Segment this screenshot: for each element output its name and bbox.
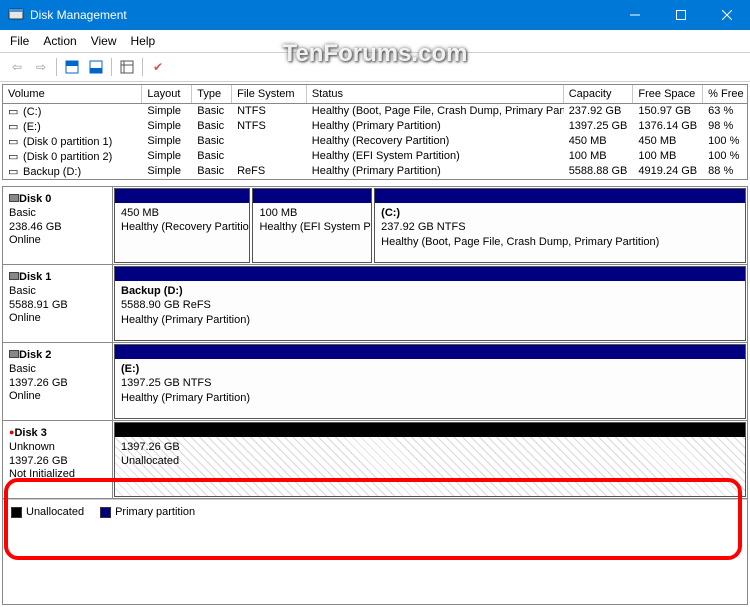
volume-row[interactable]: ▭ (Disk 0 partition 2)SimpleBasicHealthy… (3, 149, 747, 164)
col-type[interactable]: Type (192, 85, 232, 103)
content-area: Volume Layout Type File System Status Ca… (0, 82, 750, 607)
partition[interactable]: 1397.26 GBUnallocated (114, 422, 746, 497)
view-bottom-icon[interactable] (85, 56, 107, 78)
forward-button[interactable]: ⇨ (30, 56, 52, 78)
volume-table: Volume Layout Type File System Status Ca… (2, 84, 748, 180)
view-top-icon[interactable] (61, 56, 83, 78)
maximize-button[interactable] (658, 0, 704, 30)
volume-header-row: Volume Layout Type File System Status Ca… (3, 85, 747, 104)
disk-row: ●Disk 3Unknown1397.26 GBNot Initialized1… (3, 421, 747, 499)
volume-row[interactable]: ▭ (Disk 0 partition 1)SimpleBasicHealthy… (3, 134, 747, 149)
legend-unallocated: Unallocated (26, 506, 84, 518)
col-pct[interactable]: % Free (703, 85, 747, 103)
help-icon[interactable]: ✔ (147, 56, 169, 78)
menu-file[interactable]: File (10, 34, 29, 48)
toolbar: ⇦ ⇨ ✔ (0, 53, 750, 82)
disk-label[interactable]: Disk 0Basic238.46 GBOnline (3, 187, 113, 264)
partition[interactable]: Backup (D:)5588.90 GB ReFSHealthy (Prima… (114, 266, 746, 341)
col-status[interactable]: Status (307, 85, 564, 103)
close-button[interactable] (704, 0, 750, 30)
volume-row[interactable]: ▭ (E:)SimpleBasicNTFSHealthy (Primary Pa… (3, 119, 747, 134)
volume-row[interactable]: ▭ (C:)SimpleBasicNTFSHealthy (Boot, Page… (3, 104, 747, 119)
title-bar: Disk Management (0, 0, 750, 30)
partition[interactable]: 100 MBHealthy (EFI System Partition) (252, 188, 372, 263)
menu-bar: File Action View Help (0, 30, 750, 53)
disk-row: Disk 0Basic238.46 GBOnline450 MBHealthy … (3, 187, 747, 265)
menu-help[interactable]: Help (131, 34, 156, 48)
col-capacity[interactable]: Capacity (564, 85, 634, 103)
menu-view[interactable]: View (91, 34, 117, 48)
legend-primary: Primary partition (115, 506, 195, 518)
minimize-button[interactable] (612, 0, 658, 30)
disk-label[interactable]: ●Disk 3Unknown1397.26 GBNot Initialized (3, 421, 113, 498)
disk-row: Disk 1Basic5588.91 GBOnlineBackup (D:)55… (3, 265, 747, 343)
legend: Unallocated Primary partition (3, 499, 747, 524)
disk-graphical-area: Disk 0Basic238.46 GBOnline450 MBHealthy … (2, 186, 748, 605)
col-layout[interactable]: Layout (142, 85, 192, 103)
partition[interactable]: (C:)237.92 GB NTFSHealthy (Boot, Page Fi… (374, 188, 746, 263)
disk-label[interactable]: Disk 2Basic1397.26 GBOnline (3, 343, 113, 420)
window-title: Disk Management (30, 8, 127, 22)
back-button[interactable]: ⇦ (6, 56, 28, 78)
app-icon (8, 6, 24, 25)
col-fs[interactable]: File System (232, 85, 307, 103)
menu-action[interactable]: Action (43, 34, 76, 48)
partition[interactable]: 450 MBHealthy (Recovery Partition) (114, 188, 250, 263)
disk-label[interactable]: Disk 1Basic5588.91 GBOnline (3, 265, 113, 342)
partition[interactable]: (E:)1397.25 GB NTFSHealthy (Primary Part… (114, 344, 746, 419)
col-volume[interactable]: Volume (3, 85, 142, 103)
col-free[interactable]: Free Space (633, 85, 703, 103)
disk-row: Disk 2Basic1397.26 GBOnline(E:)1397.25 G… (3, 343, 747, 421)
settings-icon[interactable] (116, 56, 138, 78)
volume-row[interactable]: ▭ Backup (D:)SimpleBasicReFSHealthy (Pri… (3, 164, 747, 179)
